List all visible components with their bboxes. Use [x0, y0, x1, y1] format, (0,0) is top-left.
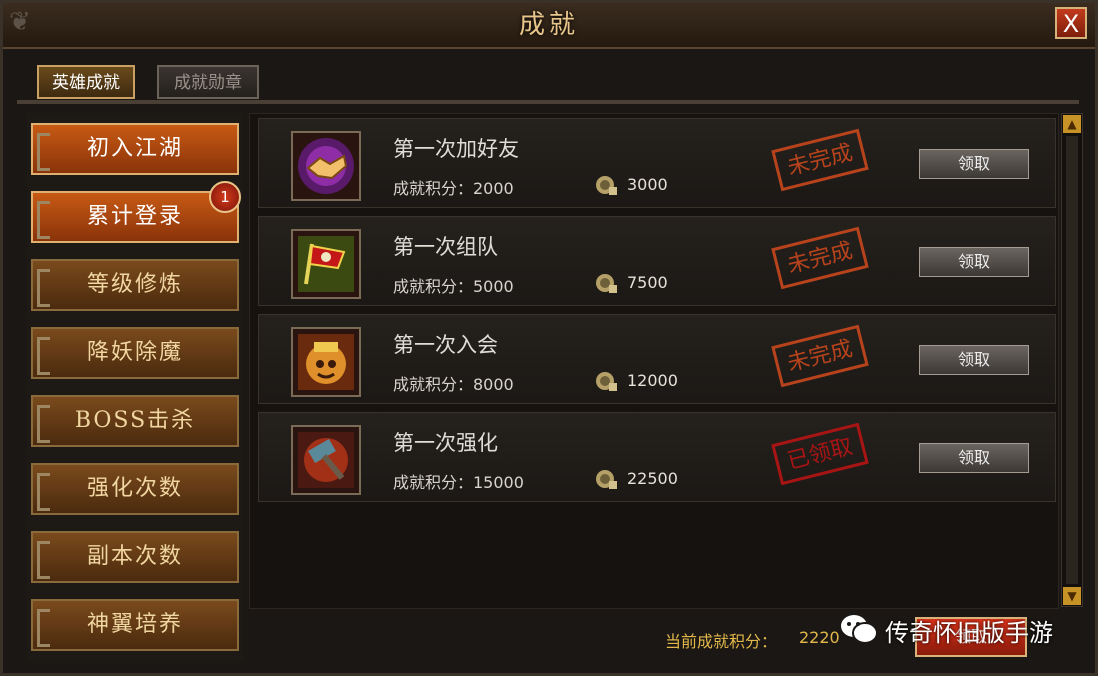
notification-badge: 1: [209, 181, 241, 213]
sidebar-item-dungeon[interactable]: 副本次数: [31, 531, 239, 583]
achievement-name: 第一次组队: [393, 235, 498, 259]
corner-deco: [37, 541, 50, 579]
scroll-up-icon[interactable]: ▲: [1063, 115, 1081, 133]
sidebar-item-chuchujianghu[interactable]: 初入江湖: [31, 123, 239, 175]
sidebar-item-label: 神翼培养: [86, 612, 183, 637]
guild-icon: [291, 327, 361, 397]
title-bar: ❦ 成就: [3, 3, 1095, 49]
scroll-track[interactable]: [1066, 136, 1078, 584]
achievement-list: 第一次加好友 成就积分：2000 3000 未完成 领取 第一次组队 成就积分：…: [249, 113, 1059, 609]
claim-button[interactable]: 领取: [919, 149, 1029, 179]
claim-button[interactable]: 领取: [919, 345, 1029, 375]
sidebar-item-demons[interactable]: 降妖除魔: [31, 327, 239, 379]
watermark-text: 传奇怀旧版手游: [885, 619, 1053, 647]
achievement-points: 成就积分：8000: [393, 375, 514, 394]
claim-button[interactable]: 领取: [919, 247, 1029, 277]
status-stamp: 已领取: [771, 422, 869, 486]
scrollbar[interactable]: ▲ ▼: [1061, 113, 1083, 607]
achievement-points: 成就积分：2000: [393, 179, 514, 198]
achievement-points: 成就积分：15000: [393, 473, 524, 492]
corner-deco: [37, 405, 50, 443]
corner-deco: [37, 337, 50, 375]
sidebar-item-wings[interactable]: 神翼培养: [31, 599, 239, 651]
watermark: 传奇怀旧版手游: [839, 611, 1079, 651]
scroll-down-icon[interactable]: ▼: [1063, 587, 1081, 605]
corner-deco: [37, 133, 50, 171]
flag-icon: [291, 229, 361, 299]
sidebar-item-boss[interactable]: BOSS击杀: [31, 395, 239, 447]
achievement-window: ❦ 成就 X 英雄成就 成就勋章 初入江湖 累计登录 等级修炼 降妖除魔 BOS…: [0, 0, 1098, 676]
sidebar-item-label: 初入江湖: [86, 136, 183, 161]
sidebar-item-level[interactable]: 等级修炼: [31, 259, 239, 311]
hammer-icon: [291, 425, 361, 495]
coin-icon: [596, 274, 617, 293]
wechat-icon: [841, 615, 878, 644]
achievement-name: 第一次入会: [393, 333, 498, 357]
sidebar-item-label: 降妖除魔: [86, 340, 183, 365]
achievement-points: 成就积分：5000: [393, 277, 514, 296]
coin-reward: 12000: [627, 371, 678, 390]
status-stamp: 未完成: [771, 324, 869, 388]
sidebar-item-login[interactable]: 累计登录: [31, 191, 239, 243]
achievement-name: 第一次加好友: [393, 137, 519, 161]
sidebar-item-label: 强化次数: [86, 476, 183, 501]
sidebar-item-enhance[interactable]: 强化次数: [31, 463, 239, 515]
corner-deco: [37, 201, 50, 239]
coin-icon: [596, 176, 617, 195]
status-stamp: 未完成: [771, 226, 869, 290]
current-points-value: 2220: [799, 628, 840, 647]
corner-deco: [37, 609, 50, 647]
status-stamp: 未完成: [771, 128, 869, 192]
tab-hero-achievements[interactable]: 英雄成就: [37, 65, 135, 99]
coin-reward: 22500: [627, 469, 678, 488]
current-points-label: 当前成就积分：: [665, 632, 778, 651]
list-item: 第一次强化 成就积分：15000 22500 已领取 领取: [258, 412, 1056, 502]
sidebar-item-label: BOSS击杀: [74, 408, 196, 433]
list-item: 第一次组队 成就积分：5000 7500 未完成 领取: [258, 216, 1056, 306]
corner-deco: [37, 269, 50, 307]
tabs-divider: [17, 100, 1079, 104]
coin-reward: 3000: [627, 175, 668, 194]
corner-deco: [37, 473, 50, 511]
claim-button[interactable]: 领取: [919, 443, 1029, 473]
sidebar-item-label: 累计登录: [86, 204, 183, 229]
list-item: 第一次加好友 成就积分：2000 3000 未完成 领取: [258, 118, 1056, 208]
window-title: 成就: [518, 10, 579, 40]
list-item: 第一次入会 成就积分：8000 12000 未完成 领取: [258, 314, 1056, 404]
tab-achievement-medals[interactable]: 成就勋章: [157, 65, 259, 99]
achievement-name: 第一次强化: [393, 431, 498, 455]
sidebar-item-label: 等级修炼: [86, 272, 183, 297]
coin-icon: [596, 372, 617, 391]
coin-reward: 7500: [627, 273, 668, 292]
sidebar-item-label: 副本次数: [86, 544, 183, 569]
close-button[interactable]: X: [1055, 7, 1087, 39]
handshake-icon: [291, 131, 361, 201]
coin-icon: [596, 470, 617, 489]
